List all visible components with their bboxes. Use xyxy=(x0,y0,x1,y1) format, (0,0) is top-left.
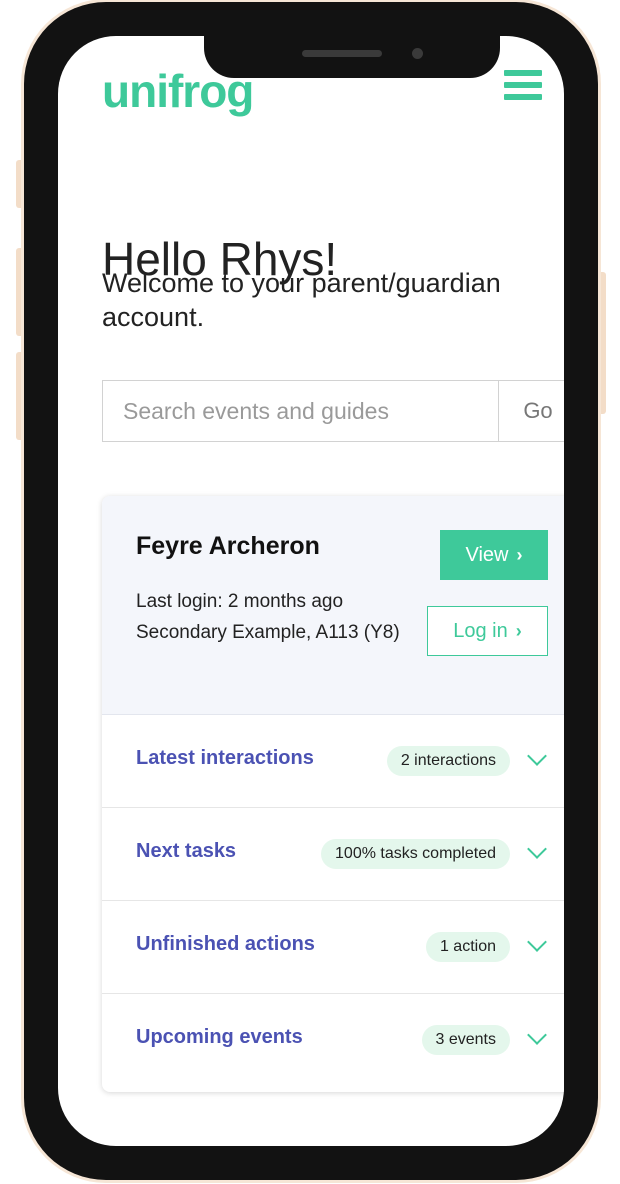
section-badge: 3 events xyxy=(421,1025,510,1055)
phone-side-button xyxy=(16,160,24,208)
view-button-label: View xyxy=(465,543,509,566)
section-badge: 1 action xyxy=(425,932,510,962)
phone-screen: unifrog Hello Rhys! Welcome to your pare… xyxy=(58,36,564,1146)
student-info: Last login: 2 months ago Secondary Examp… xyxy=(136,586,406,648)
section-upcoming-events[interactable]: Upcoming events 3 events xyxy=(102,994,564,1087)
section-badge: 100% tasks completed xyxy=(321,839,510,869)
section-unfinished-actions[interactable]: Unfinished actions 1 action xyxy=(102,901,564,994)
view-button[interactable]: View › xyxy=(440,530,548,580)
phone-side-button xyxy=(16,248,24,336)
phone-frame: unifrog Hello Rhys! Welcome to your pare… xyxy=(24,2,598,1180)
hamburger-menu-icon[interactable] xyxy=(504,70,542,100)
chevron-right-icon: › xyxy=(515,620,522,641)
phone-side-button xyxy=(598,272,606,414)
phone-notch xyxy=(204,36,500,78)
chevron-down-icon[interactable] xyxy=(527,932,547,952)
phone-side-button xyxy=(16,352,24,440)
speaker-icon xyxy=(302,50,382,57)
school-text: Secondary Example, A113 (Y8) xyxy=(136,622,400,643)
student-card: Feyre Archeron Last login: 2 months ago … xyxy=(102,496,564,1092)
chevron-down-icon[interactable] xyxy=(527,839,547,859)
log-in-button[interactable]: Log in › xyxy=(427,606,548,656)
student-card-header: Feyre Archeron Last login: 2 months ago … xyxy=(102,496,564,715)
section-latest-interactions[interactable]: Latest interactions 2 interactions xyxy=(102,715,564,808)
search-input[interactable] xyxy=(103,381,498,441)
device-mockup: unifrog Hello Rhys! Welcome to your pare… xyxy=(0,0,620,1184)
chevron-right-icon: › xyxy=(516,544,523,565)
camera-icon xyxy=(412,48,423,59)
last-login-text: Last login: 2 months ago xyxy=(136,591,344,612)
welcome-text: Welcome to your parent/guardian account. xyxy=(102,268,501,332)
section-label: Upcoming events xyxy=(136,1026,303,1048)
section-label: Latest interactions xyxy=(136,747,314,769)
chevron-down-icon[interactable] xyxy=(527,1025,547,1045)
section-badge: 2 interactions xyxy=(386,746,510,776)
student-name: Feyre Archeron xyxy=(136,532,320,560)
section-next-tasks[interactable]: Next tasks 100% tasks completed xyxy=(102,808,564,901)
section-label: Unfinished actions xyxy=(136,933,315,955)
search-go-button[interactable]: Go xyxy=(498,381,564,441)
chevron-down-icon[interactable] xyxy=(527,746,547,766)
search-bar: Go xyxy=(102,380,564,442)
section-label: Next tasks xyxy=(136,840,237,862)
log-in-button-label: Log in xyxy=(453,619,508,642)
